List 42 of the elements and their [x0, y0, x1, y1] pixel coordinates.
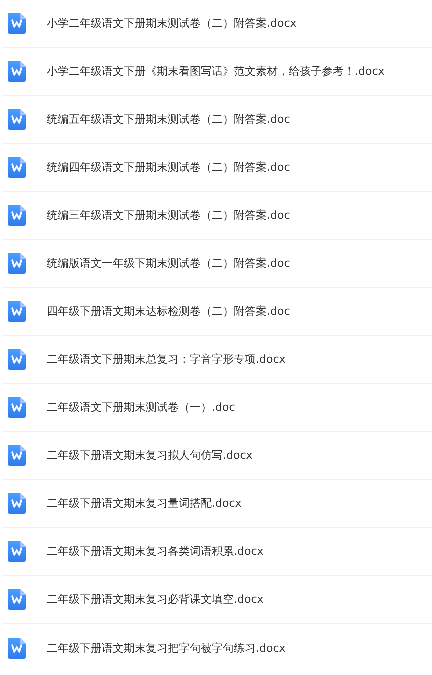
word-document-icon — [8, 61, 26, 82]
word-document-icon — [8, 301, 26, 322]
file-row[interactable]: 二年级下册语文期末复习必背课文填空.docx — [2, 576, 432, 624]
file-name: 统编四年级语文下册期末测试卷（二）附答案.doc — [47, 160, 290, 175]
word-document-icon — [8, 157, 26, 178]
file-name: 二年级语文下册期末总复习：字音字形专项.docx — [47, 352, 286, 367]
word-document-icon — [8, 205, 26, 226]
file-row[interactable]: 二年级下册语文期末复习各类词语积累.docx — [2, 528, 432, 576]
word-document-icon — [8, 638, 26, 658]
file-row[interactable]: 统编四年级语文下册期末测试卷（二）附答案.doc — [2, 144, 432, 192]
file-name: 二年级下册语文期末复习把字句被字句练习.docx — [47, 640, 286, 656]
file-name: 二年级语文下册期末测试卷（一）.doc — [47, 400, 236, 415]
file-row[interactable]: 二年级下册语文期末复习量词搭配.docx — [2, 480, 432, 528]
word-document-icon — [8, 493, 26, 514]
word-document-icon — [8, 541, 26, 562]
file-name: 二年级下册语文期末复习必背课文填空.docx — [47, 592, 264, 607]
file-name: 统编五年级语文下册期末测试卷（二）附答案.doc — [47, 112, 290, 127]
file-name: 统编三年级语文下册期末测试卷（二）附答案.doc — [47, 208, 290, 223]
file-name: 小学二年级语文下册期末测试卷（二）附答案.docx — [47, 16, 297, 31]
file-name: 二年级下册语文期末复习拟人句仿写.docx — [47, 448, 253, 463]
word-document-icon — [8, 397, 26, 418]
file-row[interactable]: 二年级下册语文期末复习拟人句仿写.docx — [2, 432, 432, 480]
file-row[interactable]: 四年级下册语文期末达标检测卷（二）附答案.doc — [2, 288, 432, 336]
file-name: 小学二年级语文下册《期末看图写话》范文素材，给孩子参考！.docx — [47, 64, 385, 79]
file-row[interactable]: 小学二年级语文下册《期末看图写话》范文素材，给孩子参考！.docx — [2, 48, 432, 96]
file-row[interactable]: 统编三年级语文下册期末测试卷（二）附答案.doc — [2, 192, 432, 240]
file-row[interactable]: 小学二年级语文下册期末测试卷（二）附答案.docx — [2, 0, 432, 48]
word-document-icon — [8, 445, 26, 466]
file-name: 统编版语文一年级下期末测试卷（二）附答案.doc — [47, 256, 290, 271]
file-row[interactable]: 二年级语文下册期末总复习：字音字形专项.docx — [2, 336, 432, 384]
word-document-icon — [8, 109, 26, 130]
file-name: 二年级下册语文期末复习量词搭配.docx — [47, 496, 242, 511]
file-row[interactable]: 统编五年级语文下册期末测试卷（二）附答案.doc — [2, 96, 432, 144]
word-document-icon — [8, 253, 26, 274]
word-document-icon — [8, 13, 26, 34]
file-row[interactable]: 二年级语文下册期末测试卷（一）.doc — [2, 384, 432, 432]
file-row[interactable]: 二年级下册语文期末复习把字句被字句练习.docx — [2, 624, 432, 672]
file-name: 二年级下册语文期末复习各类词语积累.docx — [47, 544, 264, 559]
word-document-icon — [8, 589, 26, 610]
word-document-icon — [8, 349, 26, 370]
file-row[interactable]: 统编版语文一年级下期末测试卷（二）附答案.doc — [2, 240, 432, 288]
file-name: 四年级下册语文期末达标检测卷（二）附答案.doc — [47, 304, 290, 319]
